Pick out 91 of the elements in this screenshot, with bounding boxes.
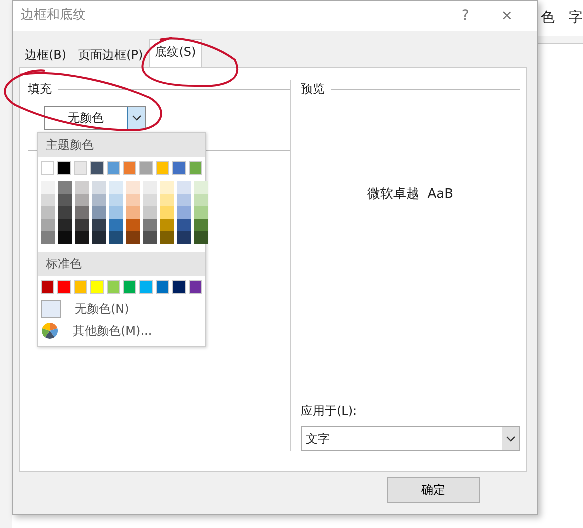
menu-item[interactable]: 无颜色(N) bbox=[75, 300, 130, 318]
color-swatch[interactable] bbox=[143, 194, 157, 206]
color-swatch[interactable] bbox=[177, 231, 191, 244]
group-label: 填充 bbox=[28, 81, 52, 98]
color-swatch[interactable] bbox=[58, 206, 72, 218]
color-swatch[interactable] bbox=[160, 218, 174, 231]
color-wheel-icon bbox=[41, 322, 59, 340]
color-swatch[interactable] bbox=[143, 218, 157, 231]
group-label: 预览 bbox=[301, 81, 325, 98]
color-swatch[interactable] bbox=[160, 231, 174, 244]
color-swatch[interactable] bbox=[106, 280, 120, 294]
color-swatch[interactable] bbox=[90, 161, 104, 175]
field-label: 应用于(L): bbox=[301, 403, 358, 420]
color-swatch[interactable] bbox=[41, 181, 55, 194]
color-swatch[interactable] bbox=[177, 206, 191, 218]
color-swatch[interactable] bbox=[126, 218, 140, 231]
color-swatch[interactable] bbox=[156, 280, 170, 294]
color-swatch[interactable] bbox=[92, 231, 106, 244]
color-swatch[interactable] bbox=[109, 218, 123, 231]
color-swatch[interactable] bbox=[41, 161, 54, 175]
color-swatch[interactable] bbox=[123, 161, 136, 175]
color-swatch[interactable] bbox=[74, 161, 88, 175]
no-color-swatch bbox=[41, 300, 61, 318]
color-swatch[interactable] bbox=[194, 194, 208, 206]
color-swatch[interactable] bbox=[194, 206, 208, 218]
color-swatch[interactable] bbox=[41, 231, 55, 244]
color-swatch[interactable] bbox=[126, 194, 140, 206]
color-swatch[interactable] bbox=[75, 181, 89, 194]
color-swatch[interactable] bbox=[41, 218, 55, 231]
color-swatch[interactable] bbox=[92, 181, 106, 194]
color-swatch[interactable] bbox=[109, 231, 123, 244]
color-swatch[interactable] bbox=[139, 161, 153, 175]
color-swatch[interactable] bbox=[90, 280, 104, 294]
close-button[interactable]: × bbox=[485, 6, 529, 26]
color-swatch[interactable] bbox=[41, 194, 55, 206]
color-swatch[interactable] bbox=[194, 231, 208, 244]
color-swatch[interactable] bbox=[126, 181, 140, 194]
tab[interactable]: 底纹(S) bbox=[149, 39, 202, 67]
color-swatch[interactable] bbox=[143, 231, 157, 244]
color-swatch[interactable] bbox=[160, 194, 174, 206]
color-swatch[interactable] bbox=[123, 280, 136, 294]
fill-color-dropdown[interactable]: 无颜色 bbox=[44, 106, 146, 130]
color-swatch[interactable] bbox=[177, 194, 191, 206]
chevron-down-icon bbox=[132, 115, 142, 121]
window-title: 边框和底纹 bbox=[21, 7, 87, 26]
color-swatch[interactable] bbox=[75, 218, 89, 231]
color-swatch[interactable] bbox=[57, 161, 71, 175]
menu-item[interactable]: 其他颜色(M)... bbox=[73, 322, 152, 340]
color-swatch[interactable] bbox=[75, 231, 89, 244]
chevron-down-icon bbox=[506, 436, 516, 442]
color-swatch[interactable] bbox=[188, 280, 202, 294]
color-swatch[interactable] bbox=[41, 206, 55, 218]
menu-heading: 主题颜色 bbox=[38, 133, 205, 157]
color-swatch[interactable] bbox=[58, 231, 72, 244]
ribbon-label: 字 bbox=[569, 9, 583, 28]
color-swatch[interactable] bbox=[126, 231, 140, 244]
color-swatch[interactable] bbox=[58, 181, 72, 194]
color-swatch[interactable] bbox=[143, 181, 157, 194]
color-swatch[interactable] bbox=[75, 194, 89, 206]
color-swatch[interactable] bbox=[92, 206, 106, 218]
color-swatch[interactable] bbox=[75, 206, 89, 218]
color-swatch[interactable] bbox=[92, 218, 106, 231]
menu-heading: 标准色 bbox=[38, 252, 205, 276]
ok-button[interactable]: 确定 bbox=[387, 477, 480, 503]
color-swatch[interactable] bbox=[160, 206, 174, 218]
color-swatch[interactable] bbox=[58, 218, 72, 231]
color-swatch[interactable] bbox=[139, 280, 153, 294]
color-swatch[interactable] bbox=[92, 194, 106, 206]
color-swatch[interactable] bbox=[172, 161, 186, 175]
color-swatch[interactable] bbox=[177, 181, 191, 194]
color-swatch[interactable] bbox=[188, 161, 202, 175]
color-swatch[interactable] bbox=[58, 194, 72, 206]
color-swatch[interactable] bbox=[194, 218, 208, 231]
color-swatch[interactable] bbox=[41, 280, 54, 294]
color-swatch[interactable] bbox=[172, 280, 186, 294]
help-button[interactable]: ? bbox=[446, 6, 486, 26]
color-swatch[interactable] bbox=[194, 181, 208, 194]
preview-text: 微软卓越 AaB bbox=[366, 186, 455, 204]
color-swatch[interactable] bbox=[57, 280, 71, 294]
color-swatch[interactable] bbox=[156, 161, 170, 175]
color-swatch[interactable] bbox=[126, 206, 140, 218]
color-swatch[interactable] bbox=[143, 206, 157, 218]
color-swatch[interactable] bbox=[160, 181, 174, 194]
ribbon-label: 色 bbox=[541, 9, 555, 28]
color-swatch[interactable] bbox=[106, 161, 120, 175]
color-swatch[interactable] bbox=[177, 218, 191, 231]
apply-to-dropdown[interactable]: 文字 bbox=[301, 426, 520, 451]
color-swatch[interactable] bbox=[74, 280, 88, 294]
color-swatch[interactable] bbox=[109, 181, 123, 194]
color-swatch[interactable] bbox=[109, 206, 123, 218]
color-swatch[interactable] bbox=[109, 194, 123, 206]
